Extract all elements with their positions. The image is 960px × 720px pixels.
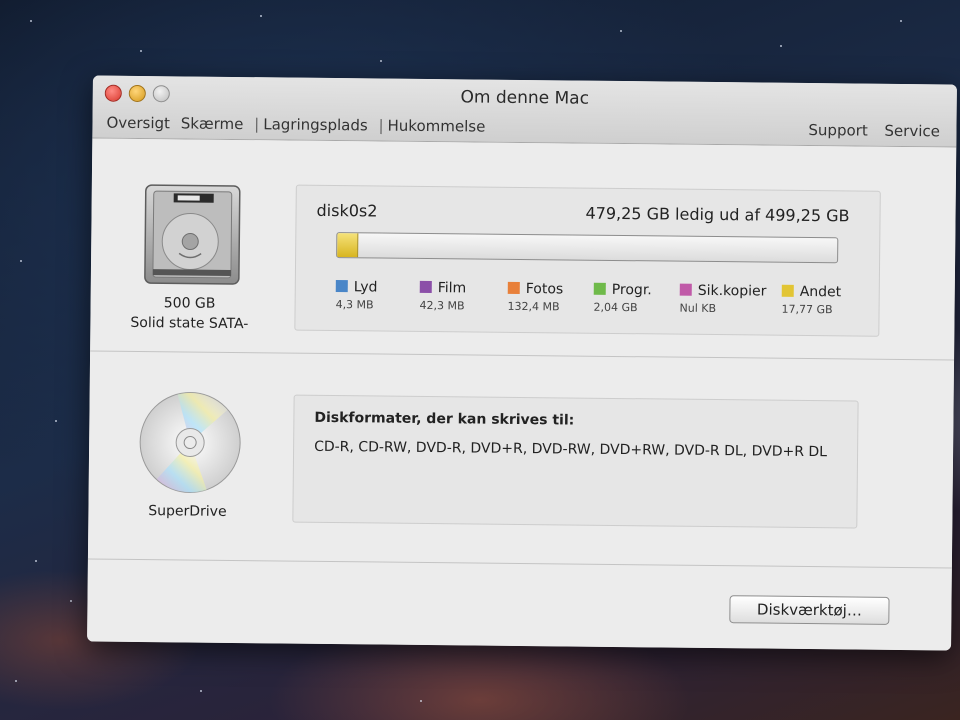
title-bar: Om denne Mac Oversigt Skærme | Lagringspl… xyxy=(92,75,957,148)
disk-utility-button[interactable]: Diskværktøj… xyxy=(729,595,890,625)
legend-item: Progr. 2,04 GB xyxy=(593,279,684,314)
legend-item: Fotos 132,4 MB xyxy=(507,278,598,313)
legend-value: 42,3 MB xyxy=(419,298,465,313)
tab-support[interactable]: Support xyxy=(808,121,867,140)
legend-item: Lyd 4,3 MB xyxy=(335,276,426,311)
about-this-mac-window: Om denne Mac Oversigt Skærme | Lagringspl… xyxy=(87,75,957,651)
legend-swatch xyxy=(335,280,348,293)
legend-value: Nul KB xyxy=(679,301,717,316)
tab-hukommelse[interactable]: Hukommelse xyxy=(387,117,485,136)
legend-swatch xyxy=(507,281,520,294)
window-title: Om denne Mac xyxy=(460,87,590,109)
legend-value: 2,04 GB xyxy=(593,300,638,315)
tab-separator: | xyxy=(254,115,260,134)
section-divider xyxy=(87,558,952,569)
optical-disc-icon xyxy=(139,392,241,494)
tab-oversigt[interactable]: Oversigt xyxy=(106,114,170,133)
legend-label: Film xyxy=(437,280,467,297)
legend-label: Progr. xyxy=(611,281,652,299)
legend-item: Andet 17,77 GB xyxy=(781,281,872,316)
drive-type: Solid state SATA- xyxy=(130,314,249,333)
legend-label: Andet xyxy=(799,283,842,301)
hard-drive-icon xyxy=(144,184,241,285)
disc-formats-panel: Diskformater, der kan skrives til: CD-R,… xyxy=(292,394,859,529)
free-space-text: 479,25 GB ledig ud af 499,25 GB xyxy=(585,203,850,226)
storage-usage-bar xyxy=(336,232,839,264)
tab-lagringsplads[interactable]: Lagringsplads xyxy=(263,115,368,134)
storage-content: 500 GB Solid state SATA- disk0s2 479,25 … xyxy=(87,138,957,651)
legend-label: Sik.kopier xyxy=(697,282,767,300)
legend-swatch xyxy=(781,284,794,297)
drive-capacity: 500 GB xyxy=(163,295,216,312)
legend-label: Fotos xyxy=(525,281,564,298)
tab-separator: | xyxy=(378,116,384,135)
tab-service[interactable]: Service xyxy=(884,122,940,141)
storage-legend: Lyd 4,3 MB Film 42,3 MB Fotos 132,4 MB Progr. 2… xyxy=(297,186,880,316)
tab-bar: Oversigt Skærme | Lagringsplads | Hukommel… xyxy=(106,114,491,136)
legend-item: Sik.kopier Nul KB xyxy=(679,280,770,315)
storage-panel: disk0s2 479,25 GB ledig ud af 499,25 GB … xyxy=(294,184,881,337)
legend-label: Lyd xyxy=(353,279,378,296)
storage-usage-fill xyxy=(337,233,359,258)
section-divider xyxy=(90,350,955,361)
legend-swatch xyxy=(593,282,606,295)
legend-value: 132,4 MB xyxy=(507,299,560,314)
legend-swatch xyxy=(679,283,692,296)
superdrive-label: SuperDrive xyxy=(148,503,227,520)
volume-name: disk0s2 xyxy=(316,200,378,221)
formats-title: Diskformater, der kan skrives til: xyxy=(314,409,575,429)
formats-list: CD-R, CD-RW, DVD-R, DVD+R, DVD-RW, DVD+R… xyxy=(314,438,828,461)
legend-value: 4,3 MB xyxy=(335,298,374,312)
legend-value: 17,77 GB xyxy=(781,302,833,317)
legend-item: Film 42,3 MB xyxy=(419,277,510,312)
legend-swatch xyxy=(419,280,432,294)
tab-skaerme[interactable]: Skærme xyxy=(181,114,244,133)
